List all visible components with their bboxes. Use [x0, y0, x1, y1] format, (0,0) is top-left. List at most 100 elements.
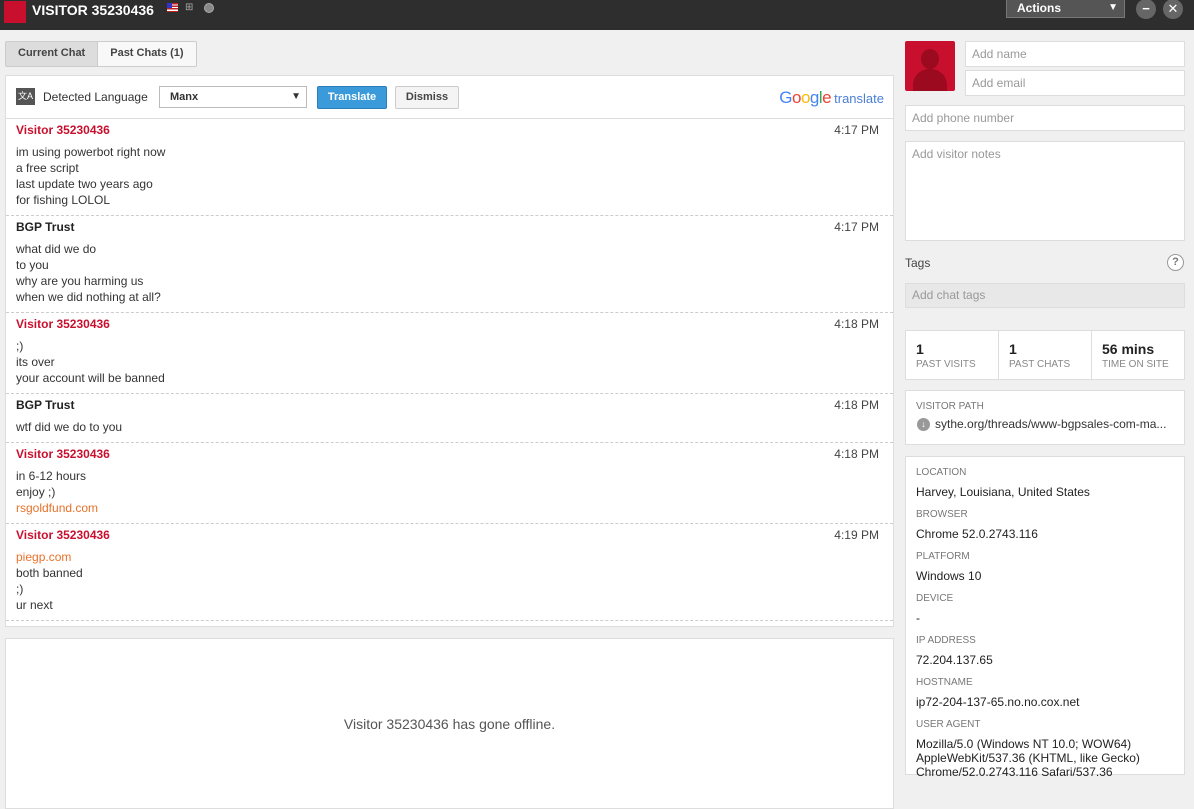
chevron-down-icon: ▼	[291, 91, 301, 102]
message-text: why are you harming us	[16, 274, 144, 288]
message-author: Visitor 35230436	[16, 317, 110, 331]
message-text: in 6-12 hours	[16, 469, 87, 483]
stat-label: PAST VISITS	[916, 359, 976, 370]
message-author: BGP Trust	[16, 220, 75, 234]
message-text: im using powerbot right now	[16, 145, 166, 159]
detected-language-label: Detected Language	[43, 90, 148, 104]
message-author: BGP Trust	[16, 398, 75, 412]
translate-icon: 文A	[16, 88, 35, 105]
stat-time-on-site: 56 mins TIME ON SITE	[1092, 331, 1184, 379]
info-value: Windows 10	[916, 569, 982, 583]
message-text: ;)	[16, 339, 24, 353]
email-field[interactable]: Add email	[965, 70, 1185, 96]
actions-label: Actions	[1017, 1, 1062, 15]
message-author: Visitor 35230436	[16, 123, 110, 137]
message-link[interactable]: rsgoldfund.com	[16, 500, 883, 516]
message-author: Visitor 35230436	[16, 447, 110, 461]
message-time: 4:18 PM	[834, 317, 879, 331]
chat-message: Visitor 35230436 4:19 PM piegp.com both ban…	[6, 524, 893, 621]
message-time: 4:17 PM	[834, 123, 879, 137]
stat-past-visits: 1 PAST VISITS	[906, 331, 999, 379]
info-value: 72.204.137.65	[916, 653, 993, 667]
message-text: ur next	[16, 598, 53, 612]
message-text: when we did nothing at all?	[16, 290, 161, 304]
info-item: HOSTNAME ip72-204-137-65.no.no.cox.net	[916, 677, 1174, 709]
stat-past-chats: 1 PAST CHATS	[999, 331, 1092, 379]
message-time: 4:17 PM	[834, 220, 879, 234]
info-item: USER AGENT Mozilla/5.0 (Windows NT 10.0; …	[916, 719, 1174, 779]
google-logo-letter: g	[809, 88, 819, 107]
message-list[interactable]: Visitor 35230436 4:17 PM im using powerbot…	[6, 119, 893, 621]
us-flag-icon	[167, 3, 178, 12]
translate-button[interactable]: Translate	[317, 86, 387, 109]
info-value: Harvey, Louisiana, United States	[916, 485, 1090, 499]
info-value: Chrome 52.0.2743.116	[916, 527, 1038, 541]
title-bar: VISITOR 35230436 ⊞ Actions ▼ − ✕	[0, 0, 1194, 30]
message-time: 4:18 PM	[834, 447, 879, 461]
info-item: DEVICE -	[916, 593, 1174, 625]
chat-tabs: Current Chat Past Chats (1)	[5, 41, 197, 67]
help-icon[interactable]: ?	[1167, 254, 1184, 271]
google-logo-word: Google	[779, 88, 831, 107]
message-time: 4:18 PM	[834, 398, 879, 412]
message-text: wtf did we do to you	[16, 420, 123, 434]
tab-current-chat[interactable]: Current Chat	[6, 42, 99, 66]
visitor-info: LOCATION Harvey, Louisiana, United States…	[905, 456, 1185, 779]
translate-bar: 文A Detected Language Manx ▼ Translate Di…	[6, 76, 893, 119]
chat-input-area: Visitor 35230436 has gone offline.	[5, 638, 894, 809]
chat-tags-input[interactable]: Add chat tags	[905, 283, 1185, 308]
avatar-head-icon	[921, 49, 939, 69]
info-value: ip72-204-137-65.no.no.cox.net	[916, 695, 1080, 709]
visitor-avatar-icon	[4, 1, 26, 23]
chat-message: Visitor 35230436 4:17 PM im using powerbot…	[6, 119, 893, 216]
actions-dropdown[interactable]: Actions ▼	[1006, 0, 1125, 18]
message-text: ;)	[16, 582, 24, 596]
chevron-down-icon: ▼	[1108, 2, 1118, 13]
info-label: DEVICE	[916, 593, 954, 604]
stat-number: 56 mins	[1102, 341, 1155, 357]
window-title: VISITOR 35230436	[32, 2, 154, 18]
name-field[interactable]: Add name	[965, 41, 1185, 67]
message-text: enjoy ;)	[16, 485, 56, 499]
chat-message: BGP Trust 4:18 PM wtf did we do to you	[6, 394, 893, 443]
visitor-stats: 1 PAST VISITS 1 PAST CHATS 56 mins TIME …	[905, 330, 1185, 380]
chat-message: Visitor 35230436 4:18 PM in 6-12 hours enjo…	[6, 443, 893, 524]
google-logo-translate-word: translate	[834, 91, 884, 106]
message-text: its over	[16, 355, 55, 369]
chat-message: BGP Trust 4:17 PM what did we do to you why …	[6, 216, 893, 313]
visitor-notes-field[interactable]: Add visitor notes	[905, 141, 1185, 241]
minimize-button[interactable]: −	[1136, 0, 1156, 19]
info-item: LOCATION Harvey, Louisiana, United States	[916, 467, 1174, 499]
windows-icon: ⊞	[185, 2, 194, 13]
message-text: your account will be banned	[16, 371, 165, 385]
info-label: BROWSER	[916, 509, 968, 520]
message-author: Visitor 35230436	[16, 528, 110, 542]
language-select[interactable]: Manx ▼	[159, 86, 307, 108]
message-time: 4:19 PM	[834, 528, 879, 542]
info-item: IP ADDRESS 72.204.137.65	[916, 635, 1174, 667]
stat-label: TIME ON SITE	[1102, 359, 1169, 370]
message-link[interactable]: piegp.com	[16, 549, 883, 565]
phone-field[interactable]: Add phone number	[905, 105, 1185, 131]
message-text: for fishing LOLOL	[16, 193, 111, 207]
avatar-body-icon	[913, 69, 947, 91]
visitor-avatar	[905, 41, 955, 91]
offline-message: Visitor 35230436 has gone offline.	[343, 716, 556, 732]
info-label: PLATFORM	[916, 551, 970, 562]
google-logo-letter: o	[800, 88, 810, 107]
language-value: Manx	[170, 91, 199, 103]
tab-past-chats[interactable]: Past Chats (1)	[98, 42, 195, 66]
visitor-path-url[interactable]: sythe.org/threads/www-bgpsales-com-ma...	[935, 417, 1175, 431]
info-label: USER AGENT	[916, 719, 981, 730]
visitor-path-label: VISITOR PATH	[916, 401, 984, 412]
tags-label: Tags	[905, 256, 931, 270]
message-text: what did we do	[16, 242, 97, 256]
info-item: BROWSER Chrome 52.0.2743.116	[916, 509, 1174, 541]
info-label: LOCATION	[916, 467, 967, 478]
info-value: -	[916, 611, 920, 625]
close-button[interactable]: ✕	[1163, 0, 1183, 19]
google-logo-letter: o	[791, 88, 801, 107]
stat-number: 1	[916, 341, 924, 357]
dismiss-button[interactable]: Dismiss	[395, 86, 459, 109]
chat-panel: 文A Detected Language Manx ▼ Translate Di…	[5, 75, 894, 627]
